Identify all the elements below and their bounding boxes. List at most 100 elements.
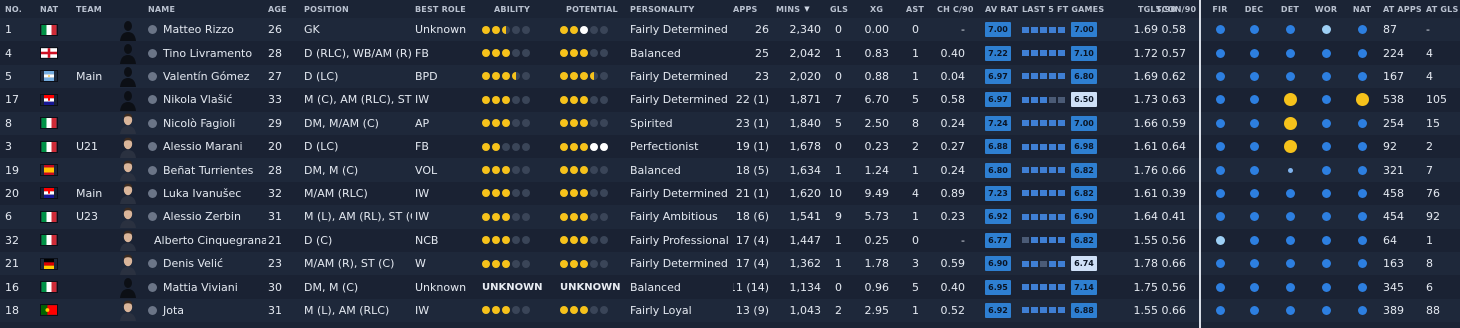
player-name-cell[interactable]: Denis Velić [148,252,266,275]
player-name[interactable]: Alessio Zerbin [163,210,241,223]
player-row[interactable]: 20 Main Luka Ivanušec 32 M/AM (RLC) IW Fairly … [0,181,1460,206]
nationality-flag-icon[interactable] [40,65,70,88]
nationality-flag-icon[interactable] [40,182,70,205]
player-name[interactable]: Tino Livramento [163,47,252,60]
player-name-cell[interactable]: Luka Ivanušec [148,182,266,205]
player-name-cell[interactable]: Valentín Gómez [148,65,266,88]
potential-rating [560,229,630,252]
nationality-flag-icon[interactable] [40,18,70,41]
player-name-cell[interactable]: Mattia Viviani [148,275,266,298]
col-avrat-header[interactable]: AV RAT [985,0,1025,18]
player-name-cell[interactable]: Matteo Rizzo [148,18,266,41]
nationality-flag-icon[interactable] [40,112,70,135]
last5-game-bar-5 [1058,260,1065,267]
col-atapps-header[interactable]: AT APPS [1383,0,1423,18]
col-nat-header[interactable]: NAT [40,0,70,18]
attribute-det-indicator [1283,116,1297,130]
player-row[interactable]: 17 Nikola Vlašić 33 M (C), AM (RLC), ST (C)… [0,88,1460,112]
player-name[interactable]: Mattia Viviani [163,281,238,294]
player-name[interactable]: Nikola Vlašić [163,93,232,106]
attribute-dec-indicator [1249,212,1259,222]
col-potential-header[interactable]: POTENTIAL [566,0,626,18]
nationality-flag-icon[interactable] [40,275,70,298]
col-atgls-header[interactable]: AT GLS [1426,0,1460,18]
attribute-fir-indicator [1215,142,1225,152]
col-nat2-header[interactable]: NAT [1347,0,1377,18]
player-row[interactable]: 8 Nicolò Fagioli 29 DM, M/AM (C) AP Spirited 2… [0,111,1460,135]
col-personality-header[interactable]: PERSONALITY [630,0,710,18]
average-rating-badge: 6.77 [985,232,1011,248]
player-name[interactable]: Matteo Rizzo [163,23,234,36]
player-row[interactable]: 3 U21 Alessio Marani 20 D (LC) FB Perfectionis… [0,135,1460,159]
player-row[interactable]: 1 Matteo Rizzo 26 GK Unknown Fairly Determine… [0,18,1460,42]
col-dec-header[interactable]: DEC [1239,0,1269,18]
player-name[interactable]: Luka Ivanušec [163,187,241,200]
nationality-flag-icon[interactable] [40,205,70,228]
player-name[interactable]: Valentín Gómez [163,70,250,83]
gls-cell: 0 [835,69,842,83]
average-rating-cell: 7.22 [985,41,1013,64]
player-name[interactable]: Beñat Turrientes [163,164,253,177]
attribute-dec-indicator [1249,188,1259,198]
col-wor-header[interactable]: WOR [1310,0,1342,18]
attribute-dec-cell [1239,18,1269,41]
attribute-wor-cell [1310,65,1342,88]
gls-cell: 0 [835,280,842,294]
col-last5-header[interactable]: LAST 5 FT GAMES [1022,0,1122,18]
player-row[interactable]: 18 Jota 31 M (L), AM (RLC) IW Fairly Loyal 13 … [0,298,1460,323]
nationality-flag-icon[interactable] [40,135,70,158]
ability-star-3 [502,306,510,315]
col-team-header[interactable]: TEAM [76,0,116,18]
player-name-cell[interactable]: Beñat Turrientes [148,158,266,181]
player-name-cell[interactable]: Nikola Vlašić [148,88,266,111]
player-name-cell[interactable]: Alessio Zerbin [148,205,266,228]
col-ast-header[interactable]: AST [906,0,931,18]
player-row[interactable]: 6 U23 Alessio Zerbin 31 M (L), AM (RL), ST (… [0,205,1460,229]
player-name-cell[interactable]: Alessio Marani [148,135,266,158]
player-row[interactable]: 21 Denis Velić 23 M/AM (R), ST (C) W Fairly D… [0,252,1460,276]
col-apps-header[interactable]: APPS [733,0,763,18]
player-name-cell[interactable]: Tino Livramento [148,41,266,64]
attribute-nat-indicator [1357,118,1367,128]
nationality-flag-icon[interactable] [40,88,70,111]
player-row[interactable]: 5 Main Valentín Gómez 27 D (LC) BPD Fairly Det… [0,64,1460,89]
col-det-header[interactable]: DET [1275,0,1305,18]
nationality-flag-icon[interactable] [40,41,70,64]
nationality-flag-icon[interactable] [40,299,70,322]
player-name-cell[interactable]: Nicolò Fagioli [148,112,266,135]
player-row[interactable]: 16 Mattia Viviani 30 DM, M (C) Unknown UNKNOW… [0,275,1460,299]
col-no-header[interactable]: NO. [5,0,33,18]
nationality-flag-icon[interactable] [40,252,70,275]
col-xg-header[interactable]: XG [870,0,895,18]
col-gls-header[interactable]: GLS [830,0,860,18]
player-row[interactable]: 19 Beñat Turrientes 28 DM, M (C) VOL Balanced… [0,158,1460,182]
attribute-dec-indicator [1249,235,1259,245]
nationality-flag-icon[interactable] [40,229,70,252]
ast-cell: 1 [912,46,919,60]
col-position-header[interactable]: POSITION [304,0,384,18]
col-best-role-header[interactable]: BEST ROLE [415,0,475,18]
col-tcon90-header[interactable]: TCON/90 [1156,0,1196,18]
col-mins-header[interactable]: MINS ▼ [776,0,821,18]
player-name-cell[interactable]: Jota [148,299,266,322]
mins-cell: 1,447 [789,233,822,247]
player-name[interactable]: Alessio Marani [163,140,243,153]
col-chc90-header[interactable]: CH C/90 [937,0,977,18]
player-name-cell[interactable]: Alberto Cinquegrana [148,229,266,252]
col-age-header[interactable]: AGE [268,0,298,18]
player-name[interactable]: Jota [163,304,184,317]
player-row[interactable]: 4 Tino Livramento 28 D (RLC), WB/AM (R) FB Ba… [0,41,1460,65]
player-row[interactable]: 32 Alberto Cinquegrana 21 D (C) NCB Fairly Pr… [0,228,1460,252]
potential-star-3 [580,72,588,81]
age-cell: 26 [268,23,282,37]
player-name[interactable]: Alberto Cinquegrana [154,234,266,247]
nationality-flag-icon[interactable] [40,158,70,181]
no-cell: 5 [5,69,12,83]
col-fir-header[interactable]: FIR [1205,0,1235,18]
potential-star-2 [570,236,578,245]
col-name-header[interactable]: NAME [148,0,208,18]
tgls90-cell: 1.61 [1133,186,1159,200]
col-ability-header[interactable]: ABILITY [494,0,544,18]
player-name[interactable]: Denis Velić [163,257,223,270]
player-name[interactable]: Nicolò Fagioli [163,117,235,130]
